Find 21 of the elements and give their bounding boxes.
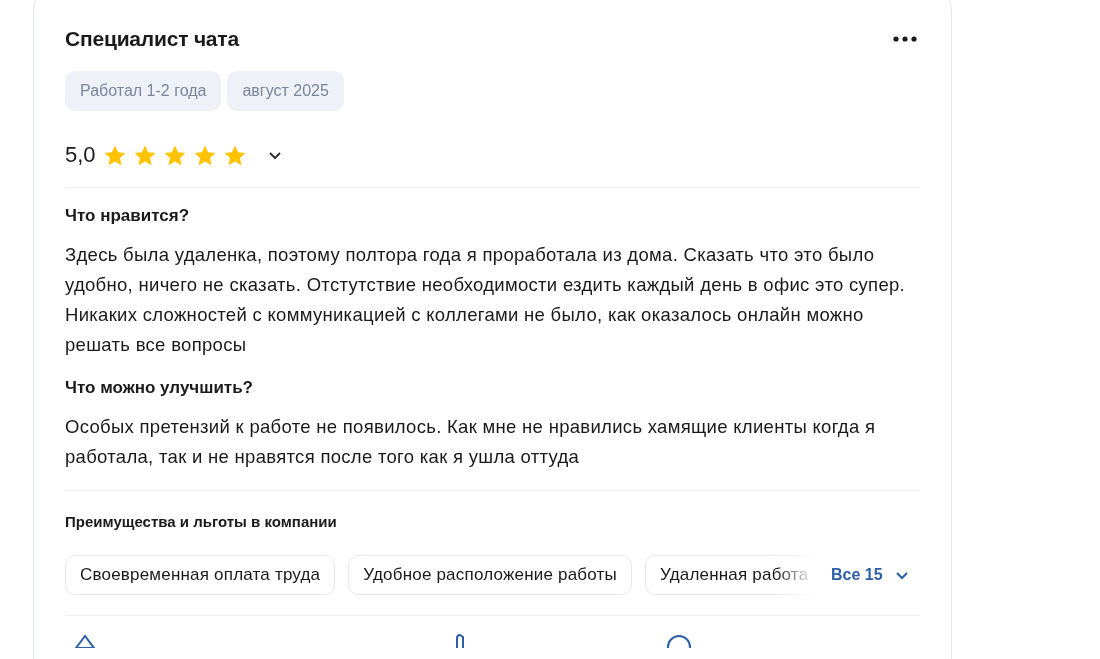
more-button[interactable] [893,36,917,42]
review-text: Здесь была удаленка, поэтому полтора года я проработала из дома. Сказать что это было удобно, ничего не сказать. Отстутствие необходимости ездить каждый день в офис это супер. Никаких сложностей с коммуникацией с коллегами не было, как оказалось онлайн можно решать все вопросы [65,243,907,357]
benefits-heading: Преимущества и льготы в компании [65,513,338,532]
chevron-icon [894,570,909,580]
rating-score: 5,0 [65,142,96,168]
benefit-chip: Своевременная оплата труда [65,555,336,595]
tag: Работал 1-2 года [65,71,222,111]
section-heading: Что нравится? [65,205,191,227]
review-title: Специалист чата [65,27,239,51]
review-text: Особых претензий к работе не появилось. Как мне не нравились хамящие клиенты когда я работала, так и не нравятся после того как я ушла оттуда [65,415,877,469]
more-icon [893,36,917,42]
star-icon [103,144,126,166]
tag: август 2025 [227,71,344,111]
star-icon [163,144,186,166]
triangle-icon [74,634,96,648]
star-icon [223,144,246,166]
star-icon [193,144,216,166]
section-heading: Что можно улучшить? [65,377,254,399]
star-icon [133,144,156,166]
benefit-chip: Удобное расположение работы [348,555,632,595]
chevron-icon [267,150,282,160]
